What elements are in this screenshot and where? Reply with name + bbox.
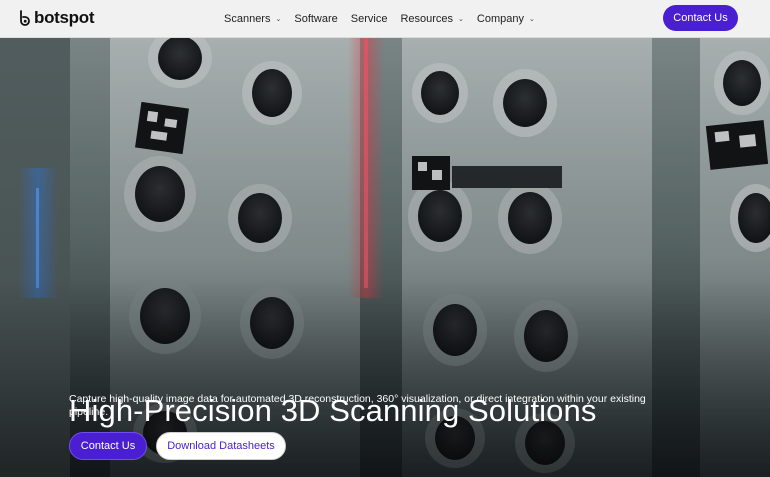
botspot-logo-icon: [20, 9, 30, 26]
main-menu: Scanners ⌄ Software Service Resources ⌄ …: [224, 0, 548, 37]
brand-logo[interactable]: botspot: [19, 8, 95, 28]
nav-item-label: Scanners: [224, 12, 271, 25]
hero-subtitle: Capture high-quality image data for auto…: [69, 393, 646, 418]
chevron-down-icon: ⌄: [529, 15, 535, 23]
nav-item-company[interactable]: Company ⌄: [477, 13, 535, 25]
hero-contact-button[interactable]: Contact Us: [69, 432, 147, 460]
nav-item-label: Service: [350, 12, 388, 25]
nav-item-label: Resources: [400, 12, 454, 25]
chevron-down-icon: ⌄: [458, 15, 464, 23]
nav-item-scanners[interactable]: Scanners ⌄: [224, 13, 281, 25]
chevron-down-icon: ⌄: [275, 15, 282, 23]
nav-item-resources[interactable]: Resources ⌄: [400, 13, 463, 25]
nav-item-label: Company: [476, 12, 524, 25]
nav-item-label: Software: [294, 12, 338, 25]
nav-item-service[interactable]: Service: [351, 13, 388, 25]
brand-name: botspot: [34, 8, 95, 27]
site-header: botspot Scanners ⌄ Software Service Reso…: [0, 0, 770, 38]
nav-item-software[interactable]: Software: [294, 13, 337, 25]
download-datasheets-button[interactable]: Download Datasheets: [156, 432, 286, 460]
header-contact-button[interactable]: Contact Us: [663, 5, 738, 31]
